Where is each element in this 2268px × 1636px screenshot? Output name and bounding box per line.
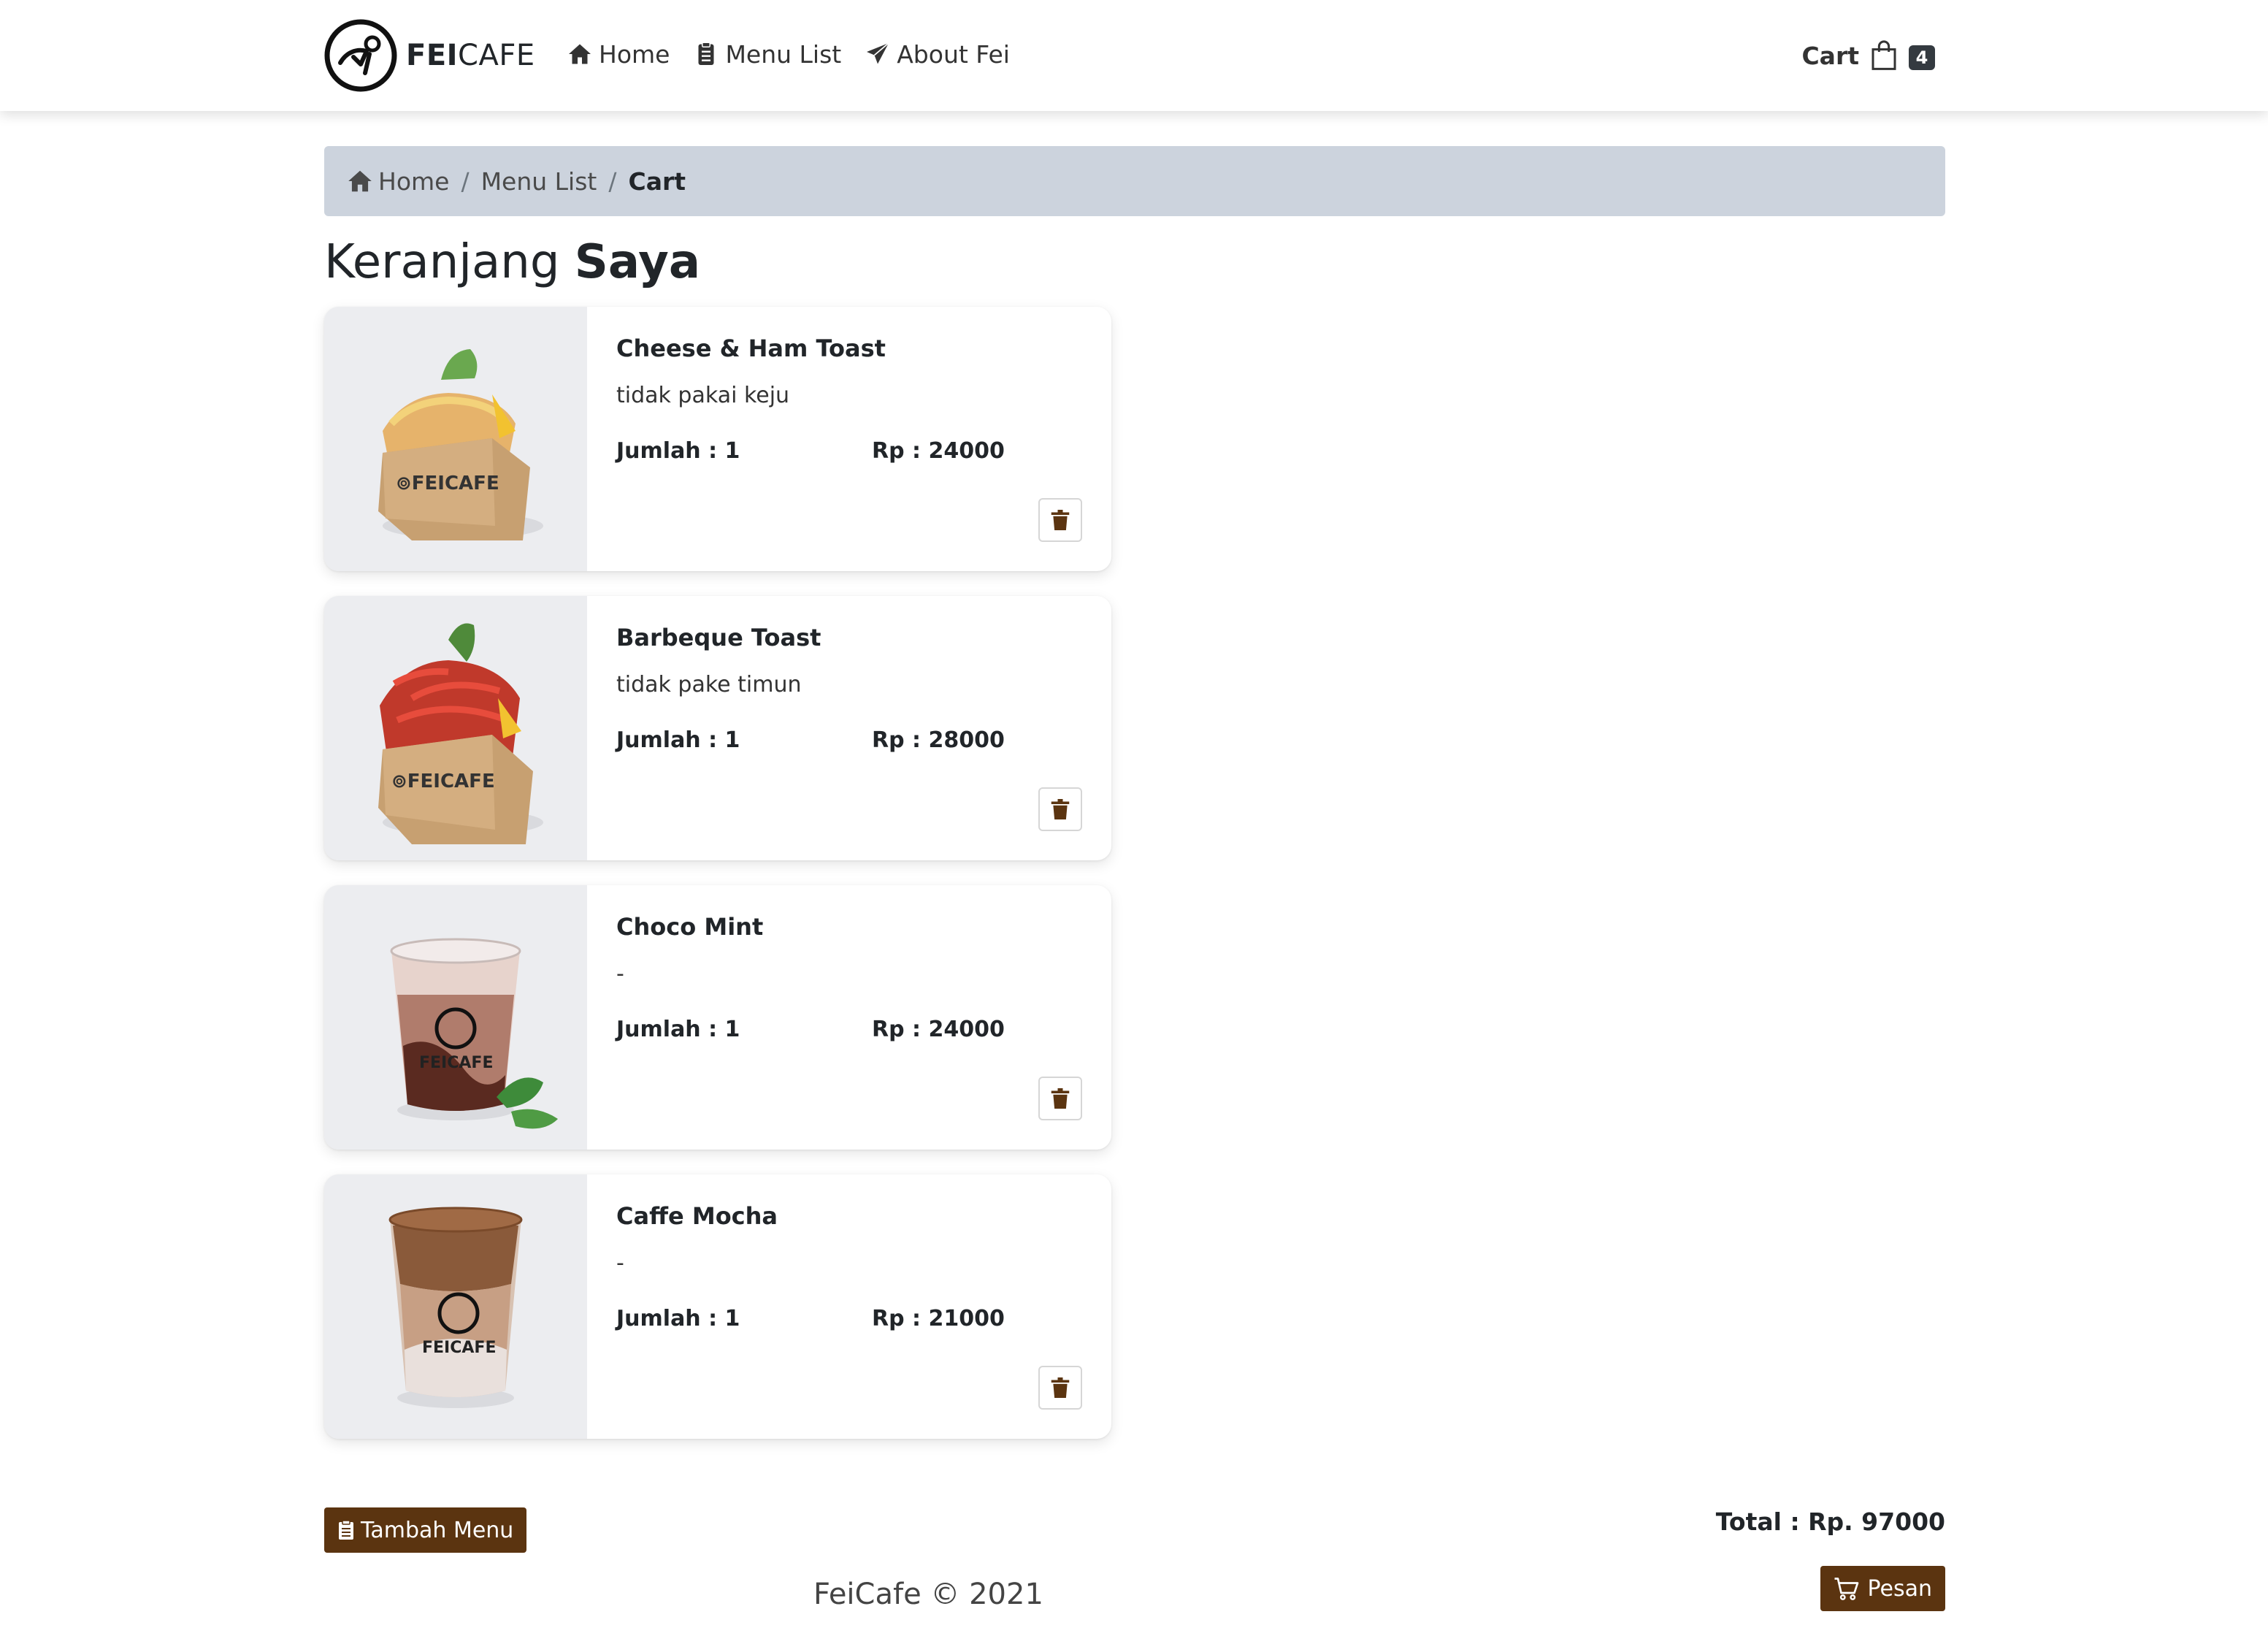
cart-item-body: Caffe Mocha - Jumlah : 1 Rp : 21000	[616, 1174, 1111, 1439]
cart-item-body: Barbeque Toast tidak pake timun Jumlah :…	[616, 596, 1111, 860]
breadcrumb-separator: /	[608, 167, 617, 196]
trash-icon	[1051, 510, 1070, 530]
nav-menu-list-label: Menu List	[725, 39, 842, 69]
item-note: tidak pakai keju	[616, 383, 790, 408]
cart-item-card: FEICAFE Caffe Mocha - Jumlah : 1 Rp : 21…	[324, 1174, 1111, 1439]
nav-home[interactable]: Home	[567, 40, 670, 69]
breadcrumb-home-label: Home	[378, 167, 450, 196]
breadcrumb-menu-list[interactable]: Menu List	[481, 167, 597, 196]
drink-caffe-mocha-image: FEICAFE	[324, 1174, 587, 1439]
trash-icon	[1051, 799, 1070, 819]
home-icon	[569, 44, 591, 64]
item-quantity: Jumlah : 1	[616, 1306, 740, 1331]
nav-about[interactable]: About Fei	[865, 40, 1010, 69]
breadcrumb-separator: /	[461, 167, 470, 196]
breadcrumb-cart: Cart	[628, 167, 686, 196]
svg-text:FEICAFE: FEICAFE	[419, 1054, 493, 1072]
clipboard-icon	[698, 42, 714, 65]
drink-choco-mint-image: FEICAFE	[324, 885, 587, 1150]
cart-link[interactable]: Cart 4	[1801, 34, 1935, 77]
toast-cheese-ham-image: ⊚FEICAFE	[324, 307, 587, 571]
breadcrumb: Home / Menu List / Cart	[324, 146, 1945, 216]
add-menu-label: Tambah Menu	[361, 1517, 514, 1543]
main-nav: Home Menu List About Fei	[567, 34, 1010, 74]
item-price: Rp : 21000	[872, 1306, 1005, 1331]
delete-item-button[interactable]	[1038, 1366, 1082, 1410]
feicafe-logo	[324, 19, 397, 92]
item-name: Cheese & Ham Toast	[616, 335, 886, 362]
cart-total: Total : Rp. 97000	[1715, 1507, 1945, 1536]
footer-copyright: FeiCafe © 2021	[813, 1578, 1043, 1611]
cart-item-body: Choco Mint - Jumlah : 1 Rp : 24000	[616, 885, 1111, 1150]
svg-text:⊚FEICAFE: ⊚FEICAFE	[391, 771, 495, 792]
order-label: Pesan	[1867, 1575, 1932, 1602]
brand[interactable]: FEICAFE	[324, 19, 535, 92]
item-quantity: Jumlah : 1	[616, 727, 740, 753]
delete-item-button[interactable]	[1038, 498, 1082, 542]
cart-count-badge: 4	[1909, 45, 1935, 70]
item-quantity: Jumlah : 1	[616, 438, 740, 464]
item-name: Barbeque Toast	[616, 624, 821, 651]
order-button[interactable]: Pesan	[1820, 1566, 1945, 1611]
cart-item-card: ⊚FEICAFE Cheese & Ham Toast tidak pakai …	[324, 307, 1111, 571]
svg-text:⊚FEICAFE: ⊚FEICAFE	[396, 473, 499, 494]
item-price: Rp : 24000	[872, 438, 1005, 464]
shopping-bag-icon	[1872, 40, 1896, 70]
item-quantity: Jumlah : 1	[616, 1017, 740, 1042]
item-name: Caffe Mocha	[616, 1202, 778, 1230]
trash-icon	[1051, 1088, 1070, 1109]
nav-home-label: Home	[599, 39, 670, 69]
nav-about-label: About Fei	[897, 39, 1010, 69]
breadcrumb-menu-list-label: Menu List	[480, 167, 597, 196]
item-note: -	[616, 1250, 624, 1276]
cart-item-body: Cheese & Ham Toast tidak pakai keju Juml…	[616, 307, 1111, 571]
cart-item-card: ⊚FEICAFE Barbeque Toast tidak pake timun…	[324, 596, 1111, 860]
breadcrumb-home[interactable]: Home	[346, 167, 449, 196]
delete-item-button[interactable]	[1038, 787, 1082, 831]
trash-icon	[1051, 1377, 1070, 1398]
paper-plane-icon	[867, 42, 889, 64]
home-icon	[348, 170, 372, 192]
svg-text:FEICAFE: FEICAFE	[422, 1339, 496, 1357]
shopping-cart-icon	[1834, 1578, 1859, 1600]
item-price: Rp : 24000	[872, 1017, 1005, 1042]
toast-barbeque-image: ⊚FEICAFE	[324, 596, 587, 860]
add-menu-button[interactable]: Tambah Menu	[324, 1507, 527, 1553]
cart-label: Cart	[1801, 41, 1859, 70]
clipboard-icon	[339, 1520, 353, 1540]
delete-item-button[interactable]	[1038, 1077, 1082, 1120]
item-name: Choco Mint	[616, 913, 764, 941]
navbar: FEICAFE Home Menu List About Fei Cart 4	[0, 0, 2268, 111]
item-note: -	[616, 961, 624, 987]
item-note: tidak pake timun	[616, 672, 802, 697]
breadcrumb-cart-label: Cart	[628, 167, 686, 196]
cart-item-card: FEICAFE Choco Mint - Jumlah : 1 Rp : 240…	[324, 885, 1111, 1150]
page-title: Keranjang Saya	[324, 235, 700, 289]
item-price: Rp : 28000	[872, 727, 1005, 753]
brand-name: FEICAFE	[406, 39, 535, 72]
nav-menu-list[interactable]: Menu List	[693, 40, 841, 69]
